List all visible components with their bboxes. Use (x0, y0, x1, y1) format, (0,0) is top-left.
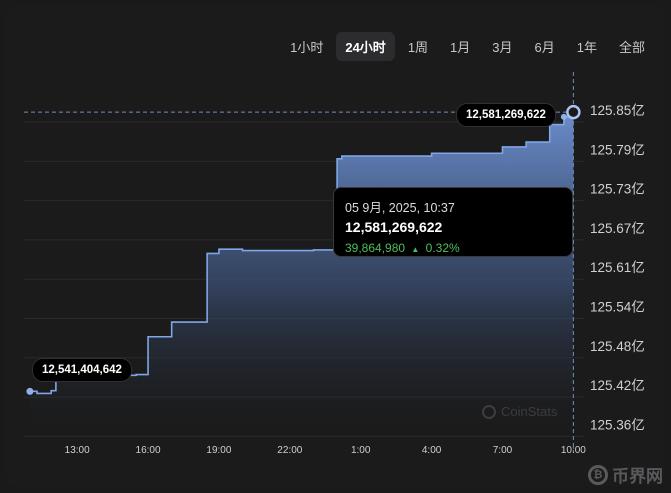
tooltip-change-abs: 39,864,980 (345, 241, 406, 255)
x-tick-label: 22:00 (277, 445, 302, 456)
x-tick-label: 19:00 (206, 445, 231, 456)
tooltip-change-pct: 0.32% (425, 241, 460, 255)
start-point-marker (26, 387, 34, 395)
tooltip-date: 05 9月, 2025, 10:37 (345, 201, 455, 215)
y-tick-label: 125.42亿 (590, 378, 645, 393)
current-value-pill: 12,581,269,622 (456, 103, 556, 127)
bitcoin-logo-icon: ₿ (588, 464, 608, 485)
coinstats-logo-icon (482, 404, 496, 419)
y-tick-label: 125.48亿 (590, 339, 645, 354)
brand-text: 币界网 (612, 467, 663, 486)
y-tick-label: 125.36亿 (590, 417, 645, 432)
y-tick-label: 125.54亿 (590, 300, 645, 315)
series-area (29, 112, 574, 432)
x-tick-label: 13:00 (65, 445, 90, 456)
tooltip-value: 12,581,269,622 (345, 219, 443, 235)
data-point-marker (560, 113, 567, 120)
site-brand: ₿ 币界网 (588, 462, 663, 487)
watermark-text: CoinStats (501, 404, 558, 419)
x-tick-label: 1:00 (351, 445, 371, 456)
y-tick-label: 125.67亿 (590, 221, 645, 236)
hover-point (566, 104, 581, 120)
coinstats-watermark: CoinStats (482, 404, 557, 419)
up-arrow-icon: ▲ (411, 245, 420, 254)
y-tick-label: 125.61亿 (590, 260, 645, 275)
y-tick-label: 125.79亿 (590, 142, 645, 157)
y-tick-label: 125.73亿 (590, 182, 645, 197)
tooltip-change: 39,864,980 ▲ 0.32% (345, 241, 561, 255)
y-tick-label: 125.85亿 (590, 103, 645, 118)
start-value-pill: 12,541,404,642 (32, 358, 132, 382)
x-tick-label: 7:00 (493, 445, 513, 456)
x-tick-label: 4:00 (422, 445, 442, 456)
hover-tooltip: 05 9月, 2025, 10:37 12,581,269,622 39,864… (333, 187, 573, 257)
x-tick-label: 16:00 (136, 445, 161, 456)
